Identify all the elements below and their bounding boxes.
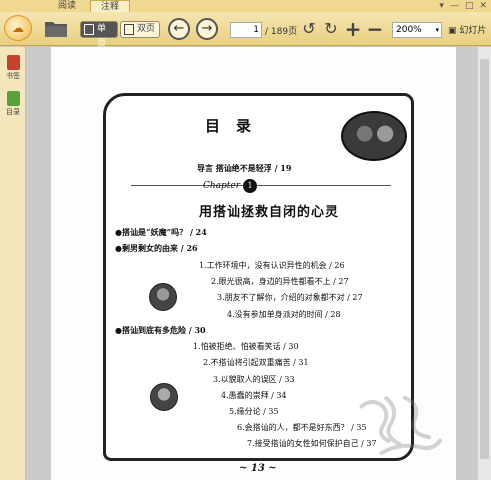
zoom-out-icon[interactable]: − (366, 19, 384, 39)
slideshow-label: 幻灯片 (459, 26, 487, 36)
menu-icon[interactable]: ▾ (439, 0, 444, 12)
tab-read[interactable]: 阅读 (52, 0, 82, 12)
chevron-down-icon: ▾ (435, 26, 439, 34)
toc-entry: 1.工作环境中，没有认识异性的机会 / 26 (199, 261, 345, 270)
rotate-left-icon[interactable]: ↺ (300, 20, 318, 38)
toc-entry: 4.没有参加单身派对的时间 / 28 (227, 310, 341, 319)
sidebar-item-label: 目录 (6, 108, 20, 116)
toc-entry: 3.朋友不了解你，介绍的对象都不对 / 27 (217, 293, 363, 302)
toc-entry: 6.会搭讪的人，都不是好东西？ / 35 (237, 423, 367, 432)
arrow-left-icon: ← (173, 21, 185, 36)
slideshow-button[interactable]: ▣ 幻灯片 (448, 23, 486, 36)
slideshow-icon: ▣ (448, 26, 457, 36)
toc-entry: 3.以貌取人的误区 / 33 (213, 375, 295, 384)
sidebar: 书签 目录 (0, 47, 26, 480)
page-number-input[interactable]: 1 (230, 22, 262, 38)
toc-entry: 4.愚蠢的崇拜 / 34 (221, 391, 287, 400)
zoom-in-icon[interactable]: + (344, 19, 362, 39)
chapter-number: 1 (243, 179, 258, 193)
toc-entry: 2.眼光很高，身边的异性都看不上 / 27 (211, 277, 349, 286)
zoom-select[interactable]: 200% ▾ (392, 22, 442, 38)
toc-entry: ●剩男剩女的由来 / 26 (115, 243, 198, 253)
vertical-scrollbar[interactable] (477, 47, 491, 480)
arrow-right-icon: → (201, 21, 213, 36)
cartoon-couple-image (341, 111, 407, 161)
bookmark-icon (6, 55, 20, 70)
chapter-word: Chapter (203, 181, 241, 191)
tab-annotation[interactable]: 注释 (90, 0, 130, 12)
document-viewer[interactable]: 目录 导言 搭讪绝不是轻浮 / 19 Chapter 1 用搭讪拯救自闭的心灵 ●… (27, 47, 491, 480)
double-page-button[interactable]: 双页 (120, 21, 160, 38)
close-icon[interactable]: ✕ (479, 0, 487, 12)
app-logo-icon[interactable]: ☁ (4, 15, 32, 41)
total-pages-label: / 189页 (265, 27, 298, 37)
girl-avatar-image (149, 283, 177, 311)
window-controls: ▾ — □ ✕ (439, 0, 487, 12)
zoom-value: 200% (396, 25, 422, 35)
toc-entry: ●搭讪到底有多危险 / 30 (115, 325, 206, 335)
contents-icon (6, 91, 20, 106)
sidebar-item-label: 书签 (6, 72, 20, 80)
maximize-icon[interactable]: □ (465, 0, 474, 12)
sidebar-item-bookmarks[interactable]: 书签 (2, 55, 24, 81)
book-page: 目录 导言 搭讪绝不是轻浮 / 19 Chapter 1 用搭讪拯救自闭的心灵 ●… (51, 47, 456, 480)
single-page-button[interactable]: 单页 (80, 21, 118, 49)
toolbar: ☁ 单页 双页 ← → 1 / 189页 ↺ ↻ + − 200% ▾ ▣ 幻灯… (0, 12, 491, 49)
next-page-button[interactable]: → (196, 18, 218, 40)
double-page-icon (124, 24, 134, 35)
sidebar-item-contents[interactable]: 目录 (2, 91, 24, 117)
toc-entry: 7.接受搭讪的女性如何保护自己 / 37 (247, 439, 377, 448)
previous-page-button[interactable]: ← (168, 18, 190, 40)
open-folder-icon[interactable] (44, 19, 68, 38)
chapter-title: 用搭讪拯救自闭的心灵 (199, 205, 340, 220)
toc-entry: ●搭讪是“妖魔”吗？ / 24 (115, 227, 207, 237)
toc-entry: 5.缘分论 / 35 (229, 407, 279, 416)
tab-bar: 阅读 注释 ▾ — □ ✕ (0, 0, 491, 12)
preface-entry: 导言 搭讪绝不是轻浮 / 19 (197, 163, 292, 173)
toc-entry: 2.不搭讪将引起双重痛苦 / 31 (203, 358, 309, 367)
page-title: 目录 (205, 117, 268, 135)
page-number: ~ 13 ~ (239, 463, 277, 474)
single-page-label: 单页 (97, 24, 107, 49)
boy-avatar-image (150, 383, 178, 411)
double-page-label: 双页 (137, 24, 156, 34)
toc-entry: 1.怕被拒绝、怕被看笑话 / 30 (193, 342, 299, 351)
rotate-right-icon[interactable]: ↻ (322, 20, 340, 38)
chapter-badge: Chapter 1 (203, 179, 293, 193)
scrollbar-thumb[interactable] (480, 59, 489, 459)
minimize-icon[interactable]: — (450, 0, 459, 12)
single-page-icon (84, 24, 94, 35)
page-number-value: 13 (250, 463, 265, 474)
